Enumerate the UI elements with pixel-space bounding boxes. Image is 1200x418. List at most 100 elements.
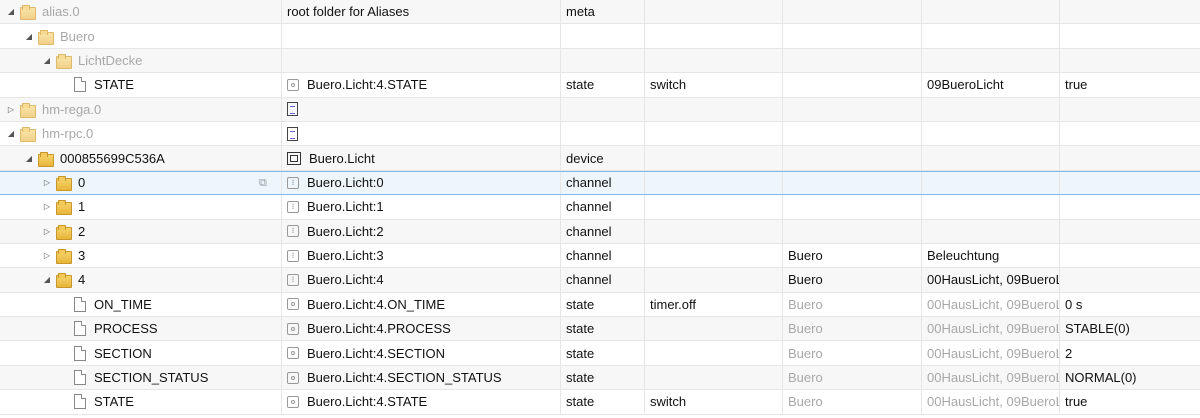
room-cell[interactable]: Buero [783, 365, 922, 390]
type-cell[interactable]: state [561, 365, 645, 390]
name-cell[interactable]: root folder for Aliases [282, 0, 561, 24]
tree-row[interactable]: STATE Buero.Licht:4.STATE state switch 09Bue… [0, 73, 1200, 98]
function-cell[interactable] [922, 0, 1060, 24]
id-cell[interactable]: ◢ Buero [0, 24, 282, 48]
name-cell[interactable]: ⁝ Buero.Licht:3 [282, 243, 561, 268]
role-cell[interactable] [645, 341, 783, 365]
id-cell[interactable]: ▷ hm-rega.0 [0, 97, 282, 121]
id-cell[interactable]: SECTION [0, 341, 282, 365]
value-cell[interactable] [1060, 268, 1200, 291]
name-cell[interactable]: Buero.Licht [282, 146, 561, 170]
value-cell[interactable]: STABLE(0) [1060, 317, 1200, 340]
name-cell[interactable]: Buero.Licht:4.ON_TIME [282, 292, 561, 317]
room-cell[interactable] [783, 195, 922, 219]
value-cell[interactable]: true [1060, 73, 1200, 96]
room-cell[interactable] [783, 24, 922, 48]
type-cell[interactable] [561, 48, 645, 73]
function-cell[interactable]: 00HausLicht, 09BueroLi [922, 292, 1060, 317]
function-cell[interactable] [922, 121, 1060, 146]
collapsed-toggle-icon[interactable]: ▷ [41, 178, 53, 187]
role-cell[interactable] [645, 219, 783, 243]
function-cell[interactable]: 00HausLicht, 09BueroLi [922, 365, 1060, 390]
tree-row[interactable]: ◢ Buero [0, 24, 1200, 49]
id-cell[interactable]: STATE [0, 390, 282, 414]
role-cell[interactable] [645, 0, 783, 24]
value-cell[interactable] [1060, 0, 1200, 23]
tree-row[interactable]: ◢ alias.0 root folder for Aliases meta [0, 0, 1200, 25]
expanded-toggle-icon[interactable]: ◢ [41, 275, 53, 284]
id-cell[interactable]: ON_TIME [0, 292, 282, 317]
role-cell[interactable] [645, 121, 783, 146]
role-cell[interactable]: timer.off [645, 292, 783, 317]
collapsed-toggle-icon[interactable]: ▷ [5, 105, 17, 114]
expanded-toggle-icon[interactable]: ◢ [23, 32, 35, 41]
room-cell[interactable]: Buero [783, 268, 922, 292]
function-cell[interactable]: 00HausLicht, 09BueroLi [922, 390, 1060, 414]
room-cell[interactable]: Buero [783, 243, 922, 268]
tree-row[interactable]: ◢ 4 ⁝ Buero.Licht:4 channel Buero 00HausLicht,… [0, 268, 1200, 293]
role-cell[interactable] [645, 317, 783, 341]
expanded-toggle-icon[interactable]: ◢ [41, 56, 53, 65]
function-cell[interactable]: 00HausLicht, 09BueroLi [922, 317, 1060, 341]
room-cell[interactable]: Buero [783, 390, 922, 414]
room-cell[interactable] [783, 171, 922, 195]
id-cell[interactable]: ◢ LichtDecke [0, 48, 282, 73]
type-cell[interactable]: channel [561, 268, 645, 292]
tree-row[interactable]: ▷ hm-rega.0 [0, 97, 1200, 122]
room-cell[interactable] [783, 97, 922, 121]
role-cell[interactable] [645, 171, 783, 195]
id-cell[interactable]: ▷ 0 ⧉ [0, 171, 282, 195]
value-cell[interactable] [1060, 195, 1200, 218]
type-cell[interactable]: channel [561, 195, 645, 219]
room-cell[interactable] [783, 48, 922, 73]
name-cell[interactable]: Buero.Licht:4.SECTION_STATUS [282, 365, 561, 390]
value-cell[interactable]: 0 s [1060, 293, 1200, 316]
name-cell[interactable]: Buero.Licht:4.PROCESS [282, 317, 561, 341]
collapsed-toggle-icon[interactable]: ▷ [41, 202, 53, 211]
type-cell[interactable]: state [561, 317, 645, 341]
value-cell[interactable]: NORMAL(0) [1060, 366, 1200, 389]
id-cell[interactable]: ◢ hm-rpc.0 [0, 121, 282, 146]
tree-row[interactable]: STATE Buero.Licht:4.STATE state switch Buero… [0, 390, 1200, 415]
value-cell[interactable] [1060, 172, 1200, 194]
role-cell[interactable] [645, 24, 783, 48]
type-cell[interactable]: state [561, 341, 645, 365]
expanded-toggle-icon[interactable]: ◢ [5, 129, 17, 138]
name-cell[interactable] [282, 121, 561, 146]
role-cell[interactable] [645, 243, 783, 268]
copy-icon[interactable]: ⧉ [259, 177, 271, 190]
tree-row[interactable]: ▷ 1 ⁝ Buero.Licht:1 channel [0, 195, 1200, 220]
function-cell[interactable]: 09BueroLicht [922, 73, 1060, 97]
id-cell[interactable]: ◢ 4 [0, 268, 282, 292]
value-cell[interactable] [1060, 24, 1200, 47]
room-cell[interactable]: Buero [783, 292, 922, 317]
value-cell[interactable] [1060, 122, 1200, 145]
function-cell[interactable]: 00HausLicht, 09BueroLi [922, 268, 1060, 292]
expanded-toggle-icon[interactable]: ◢ [5, 7, 17, 16]
type-cell[interactable]: meta [561, 0, 645, 24]
tree-row[interactable]: ON_TIME Buero.Licht:4.ON_TIME state timer.o… [0, 292, 1200, 318]
type-cell[interactable] [561, 121, 645, 146]
value-cell[interactable]: true [1060, 390, 1200, 413]
name-cell[interactable] [282, 97, 561, 121]
id-cell[interactable]: ▷ 2 [0, 219, 282, 243]
role-cell[interactable] [645, 365, 783, 390]
type-cell[interactable] [561, 24, 645, 48]
name-cell[interactable]: ⁝ Buero.Licht:0 [282, 171, 561, 195]
role-cell[interactable]: switch [645, 73, 783, 97]
name-cell[interactable]: Buero.Licht:4.STATE [282, 73, 561, 97]
type-cell[interactable]: state [561, 292, 645, 317]
room-cell[interactable] [783, 0, 922, 24]
expanded-toggle-icon[interactable]: ◢ [23, 154, 35, 163]
role-cell[interactable] [645, 97, 783, 121]
function-cell[interactable]: 00HausLicht, 09BueroLi [922, 341, 1060, 365]
name-cell[interactable] [282, 24, 561, 48]
tree-row[interactable]: ◢ LichtDecke [0, 48, 1200, 74]
collapsed-toggle-icon[interactable]: ▷ [41, 227, 53, 236]
value-cell[interactable] [1060, 244, 1200, 267]
room-cell[interactable]: Buero [783, 341, 922, 365]
id-cell[interactable]: SECTION_STATUS [0, 365, 282, 390]
function-cell[interactable] [922, 24, 1060, 48]
room-cell[interactable] [783, 121, 922, 146]
tree-row[interactable]: ◢ hm-rpc.0 [0, 121, 1200, 147]
